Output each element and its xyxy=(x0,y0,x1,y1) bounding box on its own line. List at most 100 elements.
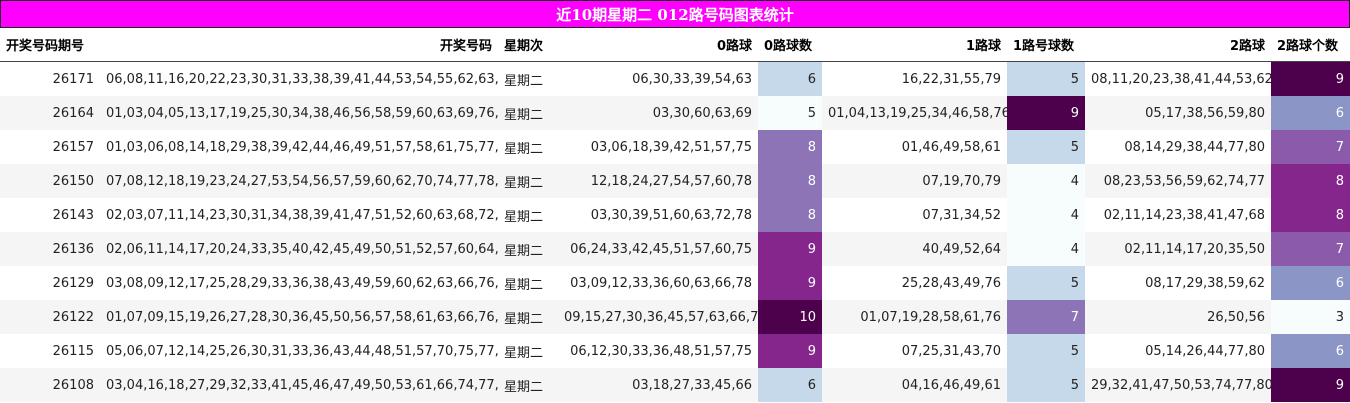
cell-numbers: 01,03,04,05,13,17,19,25,30,34,38,46,56,5… xyxy=(100,96,498,130)
cell-weekday: 星期二 xyxy=(498,368,558,402)
cell-issue: 26164 xyxy=(0,96,100,130)
cell-route0-count: 8 xyxy=(758,198,822,232)
cell-route1-count: 4 xyxy=(1007,232,1085,266)
cell-route2-count: 7 xyxy=(1271,232,1350,266)
table-row: 26171 06,08,11,16,20,22,23,30,31,33,38,39… xyxy=(0,61,1350,96)
cell-route2-count: 6 xyxy=(1271,96,1350,130)
cell-numbers: 03,08,09,12,17,25,28,29,33,36,38,43,49,5… xyxy=(100,266,498,300)
cell-issue: 26136 xyxy=(0,232,100,266)
cell-weekday: 星期二 xyxy=(498,266,558,300)
table-row: 26150 07,08,12,18,19,23,24,27,53,54,56,57… xyxy=(0,164,1350,198)
header-route1: 1路球 xyxy=(822,28,1007,62)
cell-numbers: 01,03,06,08,14,18,29,38,39,42,44,46,49,5… xyxy=(100,130,498,164)
cell-route1: 25,28,43,49,76 xyxy=(822,266,1007,300)
cell-route2-count: 8 xyxy=(1271,164,1350,198)
cell-numbers: 05,06,07,12,14,25,26,30,31,33,36,43,44,4… xyxy=(100,334,498,368)
cell-route0: 03,18,27,33,45,66 xyxy=(558,368,758,402)
cell-route0: 09,15,27,30,36,45,57,63,66,78 xyxy=(558,300,758,334)
table-row: 26157 01,03,06,08,14,18,29,38,39,42,44,46… xyxy=(0,130,1350,164)
cell-route0-count: 6 xyxy=(758,61,822,96)
cell-route2-count: 6 xyxy=(1271,334,1350,368)
cell-route2: 08,14,29,38,44,77,80 xyxy=(1085,130,1271,164)
table-header: 开奖号码期号 开奖号码 星期次 0路球 0路球数 1路球 1路号球数 2路球 2… xyxy=(0,28,1350,62)
cell-route1: 04,16,46,49,61 xyxy=(822,368,1007,402)
cell-route0: 03,30,60,63,69 xyxy=(558,96,758,130)
cell-route0-count: 6 xyxy=(758,368,822,402)
cell-weekday: 星期二 xyxy=(498,232,558,266)
cell-route2-count: 6 xyxy=(1271,266,1350,300)
cell-route1: 07,31,34,52 xyxy=(822,198,1007,232)
table-row: 26143 02,03,07,11,14,23,30,31,34,38,39,41… xyxy=(0,198,1350,232)
cell-route1: 01,07,19,28,58,61,76 xyxy=(822,300,1007,334)
cell-route0-count: 9 xyxy=(758,266,822,300)
header-issue: 开奖号码期号 xyxy=(0,28,100,62)
cell-issue: 26108 xyxy=(0,368,100,402)
cell-route2-count: 9 xyxy=(1271,368,1350,402)
table-row: 26108 03,04,16,18,27,29,32,33,41,45,46,47… xyxy=(0,368,1350,402)
cell-route1-count: 5 xyxy=(1007,334,1085,368)
cell-route0: 06,30,33,39,54,63 xyxy=(558,61,758,96)
cell-route0-count: 10 xyxy=(758,300,822,334)
cell-route0-count: 8 xyxy=(758,164,822,198)
cell-numbers: 02,06,11,14,17,20,24,33,35,40,42,45,49,5… xyxy=(100,232,498,266)
cell-route0-count: 5 xyxy=(758,96,822,130)
cell-route0-count: 9 xyxy=(758,232,822,266)
cell-route1: 16,22,31,55,79 xyxy=(822,61,1007,96)
cell-route2: 02,11,14,17,20,35,50 xyxy=(1085,232,1271,266)
cell-route0: 03,30,39,51,60,63,72,78 xyxy=(558,198,758,232)
cell-route1: 01,04,13,19,25,34,46,58,76 xyxy=(822,96,1007,130)
cell-weekday: 星期二 xyxy=(498,334,558,368)
table-row: 26164 01,03,04,05,13,17,19,25,30,34,38,46… xyxy=(0,96,1350,130)
cell-route1: 40,49,52,64 xyxy=(822,232,1007,266)
header-route2-count: 2路球个数 xyxy=(1271,28,1350,62)
cell-weekday: 星期二 xyxy=(498,61,558,96)
cell-route2: 29,32,41,47,50,53,74,77,80 xyxy=(1085,368,1271,402)
table-title: 近10期星期二 012路号码图表统计 xyxy=(0,0,1350,28)
cell-numbers: 02,03,07,11,14,23,30,31,34,38,39,41,47,5… xyxy=(100,198,498,232)
cell-weekday: 星期二 xyxy=(498,198,558,232)
cell-route2: 08,11,20,23,38,41,44,53,62 xyxy=(1085,61,1271,96)
cell-route1-count: 7 xyxy=(1007,300,1085,334)
table-body: 26171 06,08,11,16,20,22,23,30,31,33,38,39… xyxy=(0,61,1350,402)
cell-route2-count: 8 xyxy=(1271,198,1350,232)
cell-route0-count: 9 xyxy=(758,334,822,368)
header-route2: 2路球 xyxy=(1085,28,1271,62)
cell-route2-count: 9 xyxy=(1271,61,1350,96)
table-row: 26129 03,08,09,12,17,25,28,29,33,36,38,43… xyxy=(0,266,1350,300)
cell-route2: 02,11,14,23,38,41,47,68 xyxy=(1085,198,1271,232)
cell-route0-count: 8 xyxy=(758,130,822,164)
cell-route1-count: 5 xyxy=(1007,266,1085,300)
cell-issue: 26115 xyxy=(0,334,100,368)
cell-route2: 08,23,53,56,59,62,74,77 xyxy=(1085,164,1271,198)
cell-numbers: 01,07,09,15,19,26,27,28,30,36,45,50,56,5… xyxy=(100,300,498,334)
cell-route1-count: 5 xyxy=(1007,130,1085,164)
cell-issue: 26150 xyxy=(0,164,100,198)
cell-weekday: 星期二 xyxy=(498,130,558,164)
header-weekday: 星期次 xyxy=(498,28,558,62)
cell-route1: 07,25,31,43,70 xyxy=(822,334,1007,368)
cell-issue: 26129 xyxy=(0,266,100,300)
table-row: 26136 02,06,11,14,17,20,24,33,35,40,42,45… xyxy=(0,232,1350,266)
cell-route1-count: 5 xyxy=(1007,368,1085,402)
cell-numbers: 03,04,16,18,27,29,32,33,41,45,46,47,49,5… xyxy=(100,368,498,402)
cell-route2-count: 3 xyxy=(1271,300,1350,334)
cell-numbers: 06,08,11,16,20,22,23,30,31,33,38,39,41,4… xyxy=(100,61,498,96)
cell-route0: 12,18,24,27,54,57,60,78 xyxy=(558,164,758,198)
stats-table: 开奖号码期号 开奖号码 星期次 0路球 0路球数 1路球 1路号球数 2路球 2… xyxy=(0,28,1350,402)
cell-route1-count: 4 xyxy=(1007,164,1085,198)
cell-issue: 26157 xyxy=(0,130,100,164)
header-numbers: 开奖号码 xyxy=(100,28,498,62)
cell-route2: 05,17,38,56,59,80 xyxy=(1085,96,1271,130)
cell-route0: 03,06,18,39,42,51,57,75 xyxy=(558,130,758,164)
cell-route0: 03,09,12,33,36,60,63,66,78 xyxy=(558,266,758,300)
cell-route2: 26,50,56 xyxy=(1085,300,1271,334)
cell-numbers: 07,08,12,18,19,23,24,27,53,54,56,57,59,6… xyxy=(100,164,498,198)
cell-issue: 26143 xyxy=(0,198,100,232)
cell-route2: 08,17,29,38,59,62 xyxy=(1085,266,1271,300)
table-row: 26115 05,06,07,12,14,25,26,30,31,33,36,43… xyxy=(0,334,1350,368)
cell-route2-count: 7 xyxy=(1271,130,1350,164)
cell-route0: 06,24,33,42,45,51,57,60,75 xyxy=(558,232,758,266)
cell-route1: 07,19,70,79 xyxy=(822,164,1007,198)
table-row: 26122 01,07,09,15,19,26,27,28,30,36,45,50… xyxy=(0,300,1350,334)
header-route0-count: 0路球数 xyxy=(758,28,822,62)
